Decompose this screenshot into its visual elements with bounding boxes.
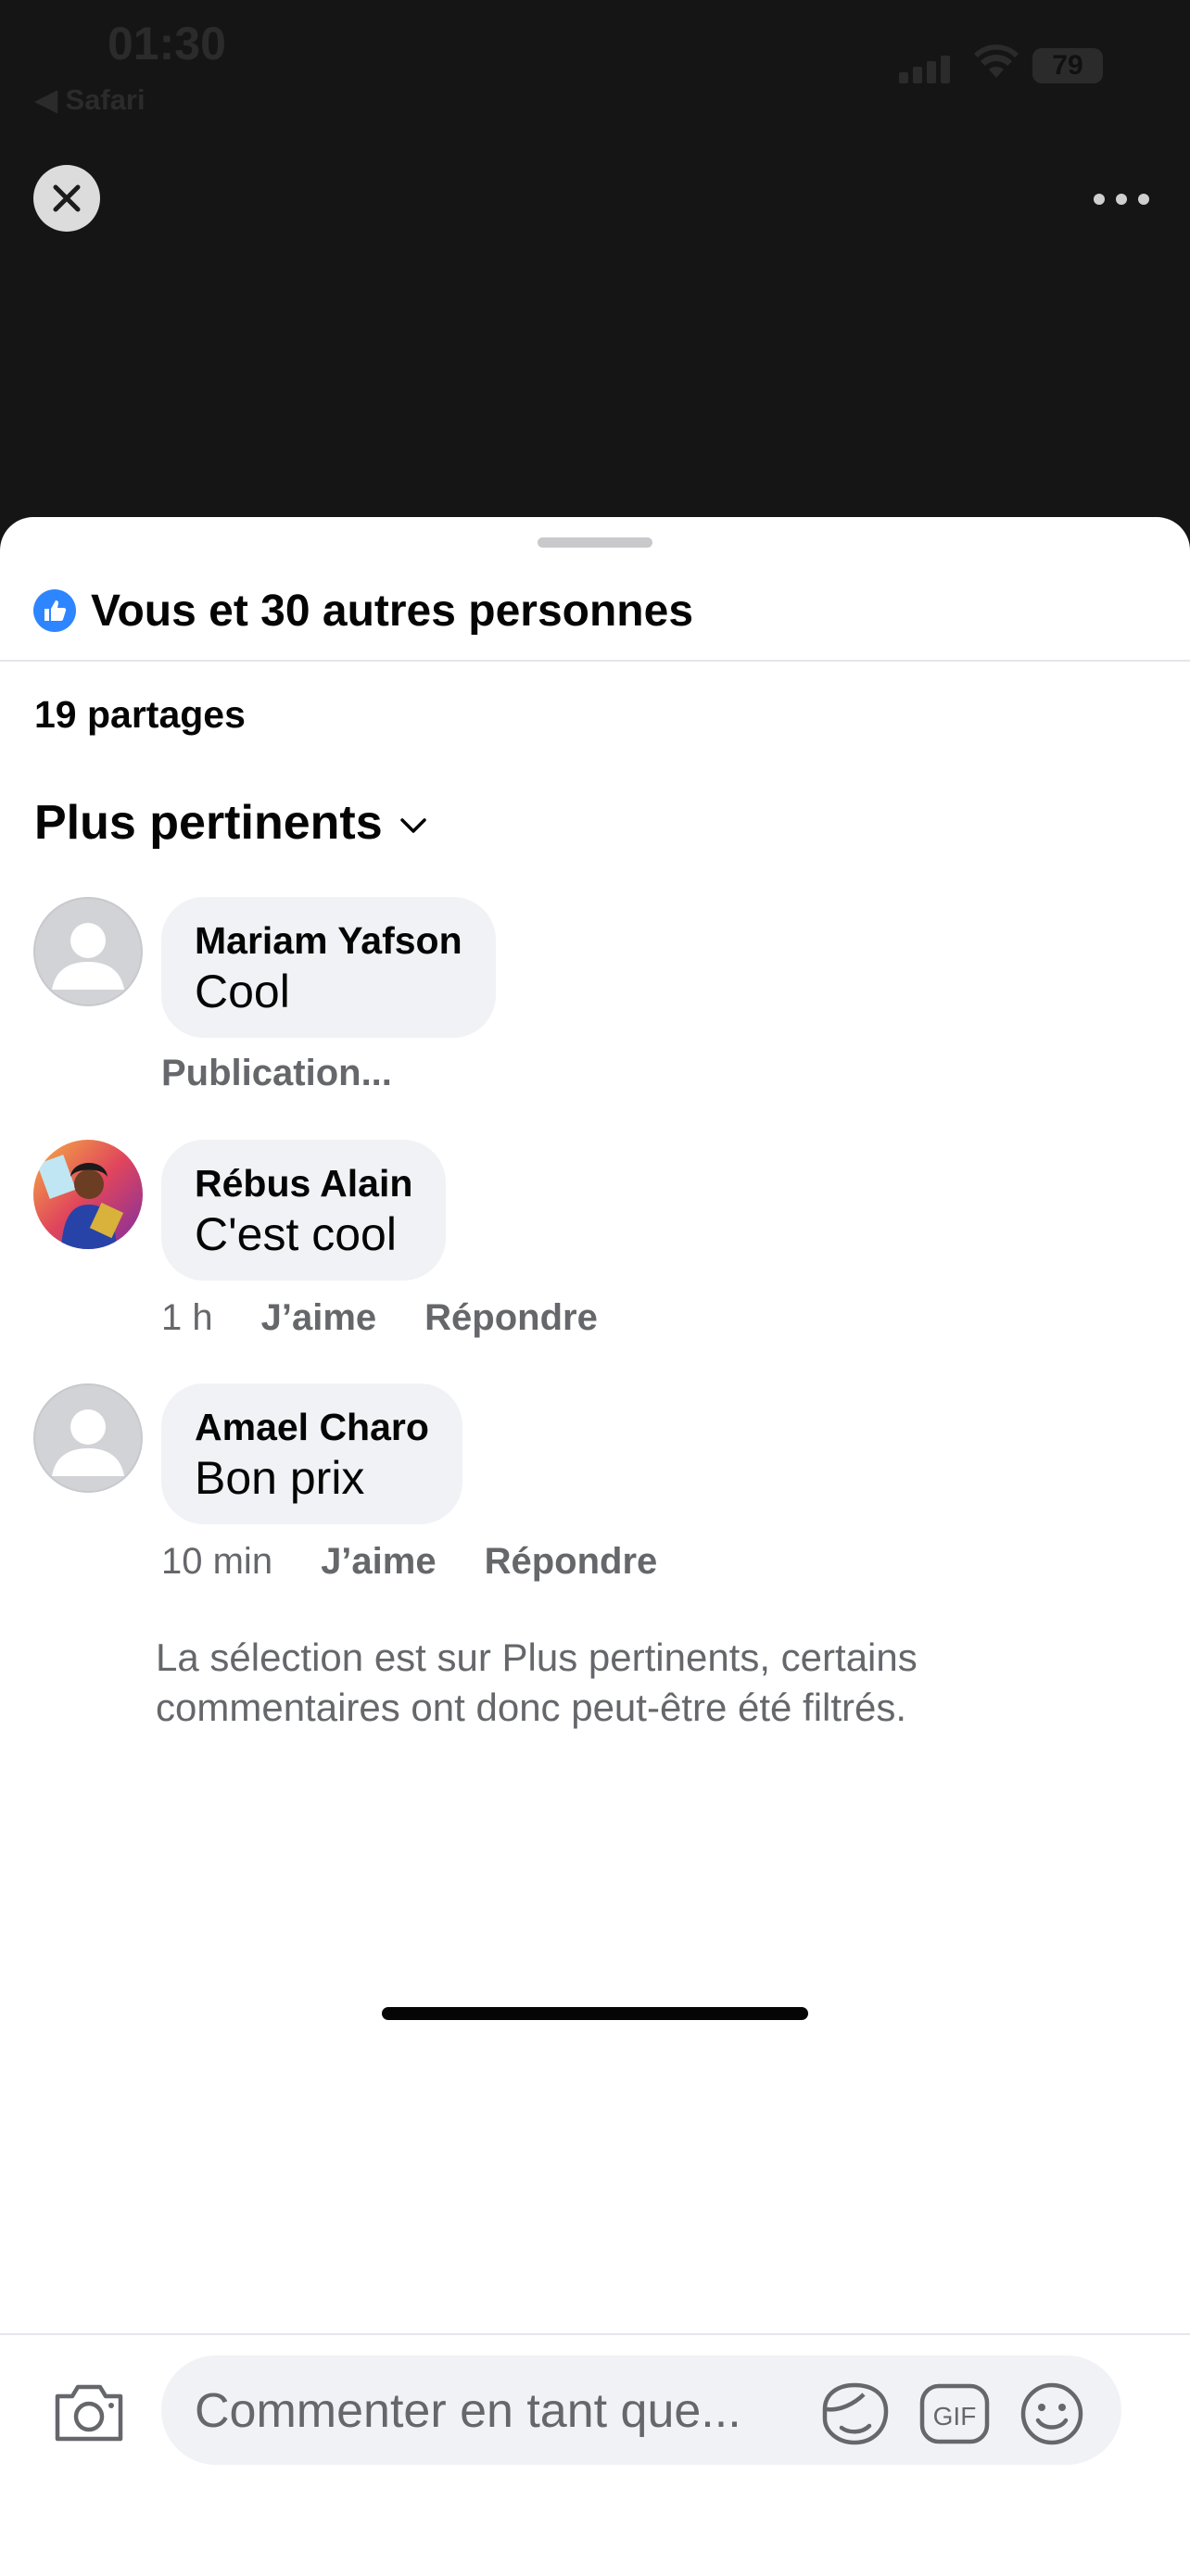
profile-photo: [33, 1140, 143, 1249]
cellular-signal-icon: [899, 56, 955, 83]
status-time: 01:30: [108, 18, 226, 69]
avatar[interactable]: [33, 1383, 143, 1493]
svg-text:GIF: GIF: [933, 2402, 977, 2431]
comment-meta: 10 min J’aime Répondre: [161, 1541, 657, 1583]
chevron-down-icon: [399, 818, 426, 833]
comment-author[interactable]: Amael Charo: [195, 1404, 429, 1450]
avatar-sticker-icon: [822, 2382, 889, 2445]
like-comment-button[interactable]: J’aime: [261, 1297, 377, 1339]
avatar[interactable]: [33, 897, 143, 1006]
like-reaction-icon: [33, 589, 76, 632]
comment-text: Bon prix: [195, 1452, 365, 1504]
comments-sheet: Vous et 30 autres personnes 19 partages …: [0, 517, 1190, 2576]
filter-notice: La sélection est sur Plus pertinents, ce…: [156, 1635, 918, 1729]
sort-dropdown[interactable]: Plus pertinents: [34, 795, 427, 851]
posting-status: Publication...: [161, 1053, 392, 1093]
more-icon: [1094, 194, 1105, 205]
comment-meta: 1 h J’aime Répondre: [161, 1297, 598, 1339]
comment-text: C'est cool: [195, 1208, 397, 1260]
emoji-button[interactable]: [1019, 2381, 1084, 2451]
comment-input-placeholder: Commenter en tant que...: [195, 2384, 741, 2438]
reactions-text: Vous et 30 autres personnes: [91, 586, 694, 636]
like-comment-button[interactable]: J’aime: [321, 1541, 437, 1583]
comment-meta: Publication...: [161, 1053, 392, 1094]
sort-label: Plus pertinents: [34, 796, 383, 850]
close-icon: [53, 184, 81, 212]
reactions-summary[interactable]: Vous et 30 autres personnes: [33, 578, 693, 643]
comment-bubble[interactable]: Amael Charo Bon prix: [161, 1383, 462, 1524]
status-bar: 01:30 ◀ Safari 79: [0, 0, 1190, 148]
gif-icon: GIF: [919, 2383, 990, 2444]
camera-icon: [55, 2384, 123, 2442]
wifi-icon: [973, 44, 1019, 86]
sheet-grabber-handle[interactable]: [538, 537, 652, 548]
home-indicator[interactable]: [382, 2007, 808, 2020]
camera-button[interactable]: [52, 2381, 126, 2449]
reply-comment-button[interactable]: Répondre: [485, 1541, 658, 1583]
battery-indicator: 79: [1032, 48, 1103, 83]
comment-text: Cool: [195, 966, 290, 1017]
comment-author[interactable]: Rébus Alain: [195, 1160, 412, 1206]
close-button[interactable]: [33, 165, 100, 232]
default-user-icon: [52, 1409, 124, 1476]
emoji-icon: [1020, 2382, 1083, 2445]
comment-bubble[interactable]: Rébus Alain C'est cool: [161, 1140, 447, 1281]
comment-bubble[interactable]: Mariam Yafson Cool: [161, 897, 496, 1038]
comment-time: 10 min: [161, 1541, 273, 1582]
default-user-icon: [52, 923, 124, 990]
comment-author[interactable]: Mariam Yafson: [195, 917, 462, 964]
back-to-safari-link[interactable]: ◀ Safari: [35, 83, 146, 117]
more-options-button[interactable]: [1094, 185, 1149, 213]
avatar-sticker-button[interactable]: [817, 2381, 892, 2451]
comment-composer: Commenter en tant que... GIF: [0, 2333, 1190, 2576]
shares-count[interactable]: 19 partages: [34, 693, 246, 737]
comment-input[interactable]: Commenter en tant que... GIF: [161, 2355, 1121, 2465]
comment-time: 1 h: [161, 1297, 213, 1338]
gif-button[interactable]: GIF: [919, 2383, 990, 2449]
divider: [0, 660, 1190, 662]
reply-comment-button[interactable]: Répondre: [424, 1297, 598, 1339]
avatar[interactable]: [33, 1140, 143, 1249]
